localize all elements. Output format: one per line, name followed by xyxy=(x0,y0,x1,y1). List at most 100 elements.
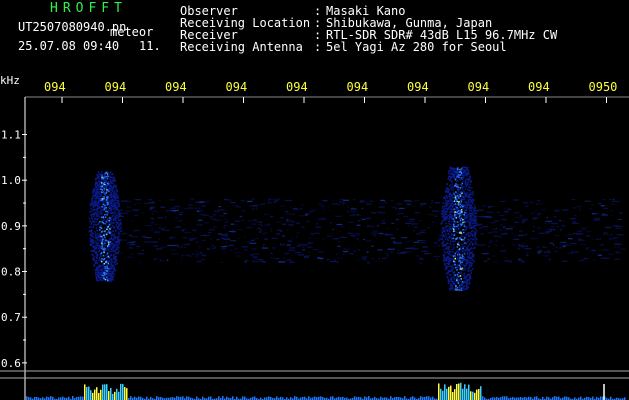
burst-pixel xyxy=(453,191,455,193)
burst-pixel xyxy=(94,218,97,220)
noise-pixel xyxy=(218,206,221,208)
burst-pixel xyxy=(464,249,466,251)
noise-pixel xyxy=(183,246,186,248)
noise-pixel xyxy=(501,219,507,221)
noise-pixel xyxy=(342,253,344,255)
burst-pixel xyxy=(110,176,113,179)
spectrum-bar xyxy=(580,396,582,400)
time-tick-label: 094 xyxy=(165,80,187,94)
burst-pixel xyxy=(441,232,444,234)
burst-pixel xyxy=(463,204,465,207)
burst-pixel xyxy=(450,180,453,182)
burst-pixel xyxy=(111,273,113,275)
burst-pixel xyxy=(466,246,469,249)
burst-pixel xyxy=(96,215,98,217)
meteor-count: 11. xyxy=(139,39,161,53)
burst-pixel xyxy=(111,199,114,202)
noise-pixel xyxy=(335,215,342,217)
noise-pixel xyxy=(288,224,294,226)
burst-pixel xyxy=(472,255,475,258)
noise-pixel xyxy=(196,224,203,226)
noise-pixel xyxy=(391,222,395,224)
burst-pixel xyxy=(469,276,472,278)
burst-pixel xyxy=(467,270,470,272)
noise-pixel xyxy=(133,204,137,206)
noise-pixel xyxy=(488,242,492,244)
burst-pixel xyxy=(461,243,464,246)
burst-pixel xyxy=(451,226,454,228)
burst-pixel xyxy=(102,252,104,254)
noise-pixel xyxy=(432,210,439,212)
noise-pixel xyxy=(543,255,549,257)
burst-pixel xyxy=(95,193,98,195)
noise-pixel xyxy=(397,252,401,254)
burst-pixel xyxy=(460,203,463,206)
burst-pixel xyxy=(104,207,106,209)
burst-pixel xyxy=(448,265,450,268)
burst-pixel xyxy=(98,234,101,236)
noise-pixel xyxy=(174,244,179,246)
burst-pixel xyxy=(116,190,118,192)
burst-pixel xyxy=(460,185,463,187)
noise-pixel xyxy=(501,245,504,247)
burst-pixel xyxy=(95,255,98,258)
noise-pixel xyxy=(580,243,587,246)
burst-pixel xyxy=(474,222,476,224)
burst-pixel xyxy=(448,193,451,196)
burst-pixel xyxy=(462,289,464,292)
spectrum-bar xyxy=(130,396,132,400)
noise-pixel xyxy=(619,199,621,201)
burst-pixel xyxy=(449,258,452,260)
burst-pixel xyxy=(114,241,116,243)
noise-pixel xyxy=(404,200,412,202)
spectrum-bar xyxy=(610,396,612,400)
noise-pixel xyxy=(477,244,484,246)
burst-pixel xyxy=(454,196,457,199)
burst-pixel xyxy=(458,280,461,282)
noise-pixel xyxy=(129,220,133,222)
burst-pixel xyxy=(454,264,456,266)
burst-pixel xyxy=(102,254,105,257)
noise-pixel xyxy=(124,200,132,202)
noise-pixel xyxy=(545,220,553,222)
noise-pixel xyxy=(177,220,183,222)
spectrum-bar xyxy=(440,388,442,400)
noise-pixel xyxy=(157,217,164,219)
burst-pixel xyxy=(103,266,105,269)
burst-pixel xyxy=(114,252,116,254)
noise-pixel xyxy=(293,207,298,210)
burst-pixel xyxy=(104,241,107,244)
burst-pixel xyxy=(446,230,449,233)
burst-pixel xyxy=(114,237,117,240)
burst-pixel xyxy=(114,257,116,259)
noise-pixel xyxy=(145,237,152,239)
burst-pixel xyxy=(100,185,103,188)
noise-pixel xyxy=(122,233,124,236)
burst-pixel xyxy=(473,261,475,263)
noise-pixel xyxy=(374,235,377,237)
burst-pixel xyxy=(101,203,103,205)
noise-pixel xyxy=(530,238,537,240)
burst-pixel xyxy=(110,188,113,190)
burst-pixel xyxy=(107,175,109,178)
spectrum-bar xyxy=(448,386,450,400)
burst-pixel xyxy=(107,212,110,214)
burst-pixel xyxy=(448,202,450,204)
burst-pixel xyxy=(111,246,114,248)
noise-pixel xyxy=(544,223,547,225)
burst-pixel xyxy=(88,226,91,228)
burst-pixel xyxy=(95,262,98,264)
spectrum-bar xyxy=(456,384,458,400)
noise-pixel xyxy=(351,207,355,209)
burst-pixel xyxy=(113,226,115,228)
burst-pixel xyxy=(110,264,113,266)
noise-pixel xyxy=(380,199,385,201)
noise-pixel xyxy=(247,200,253,202)
burst-pixel xyxy=(96,213,98,215)
noise-pixel xyxy=(158,227,164,229)
noise-pixel xyxy=(419,231,425,233)
spectrum-bar xyxy=(534,396,536,400)
spectrum-bar xyxy=(474,392,476,400)
noise-pixel xyxy=(612,237,618,239)
burst-pixel xyxy=(99,183,101,186)
